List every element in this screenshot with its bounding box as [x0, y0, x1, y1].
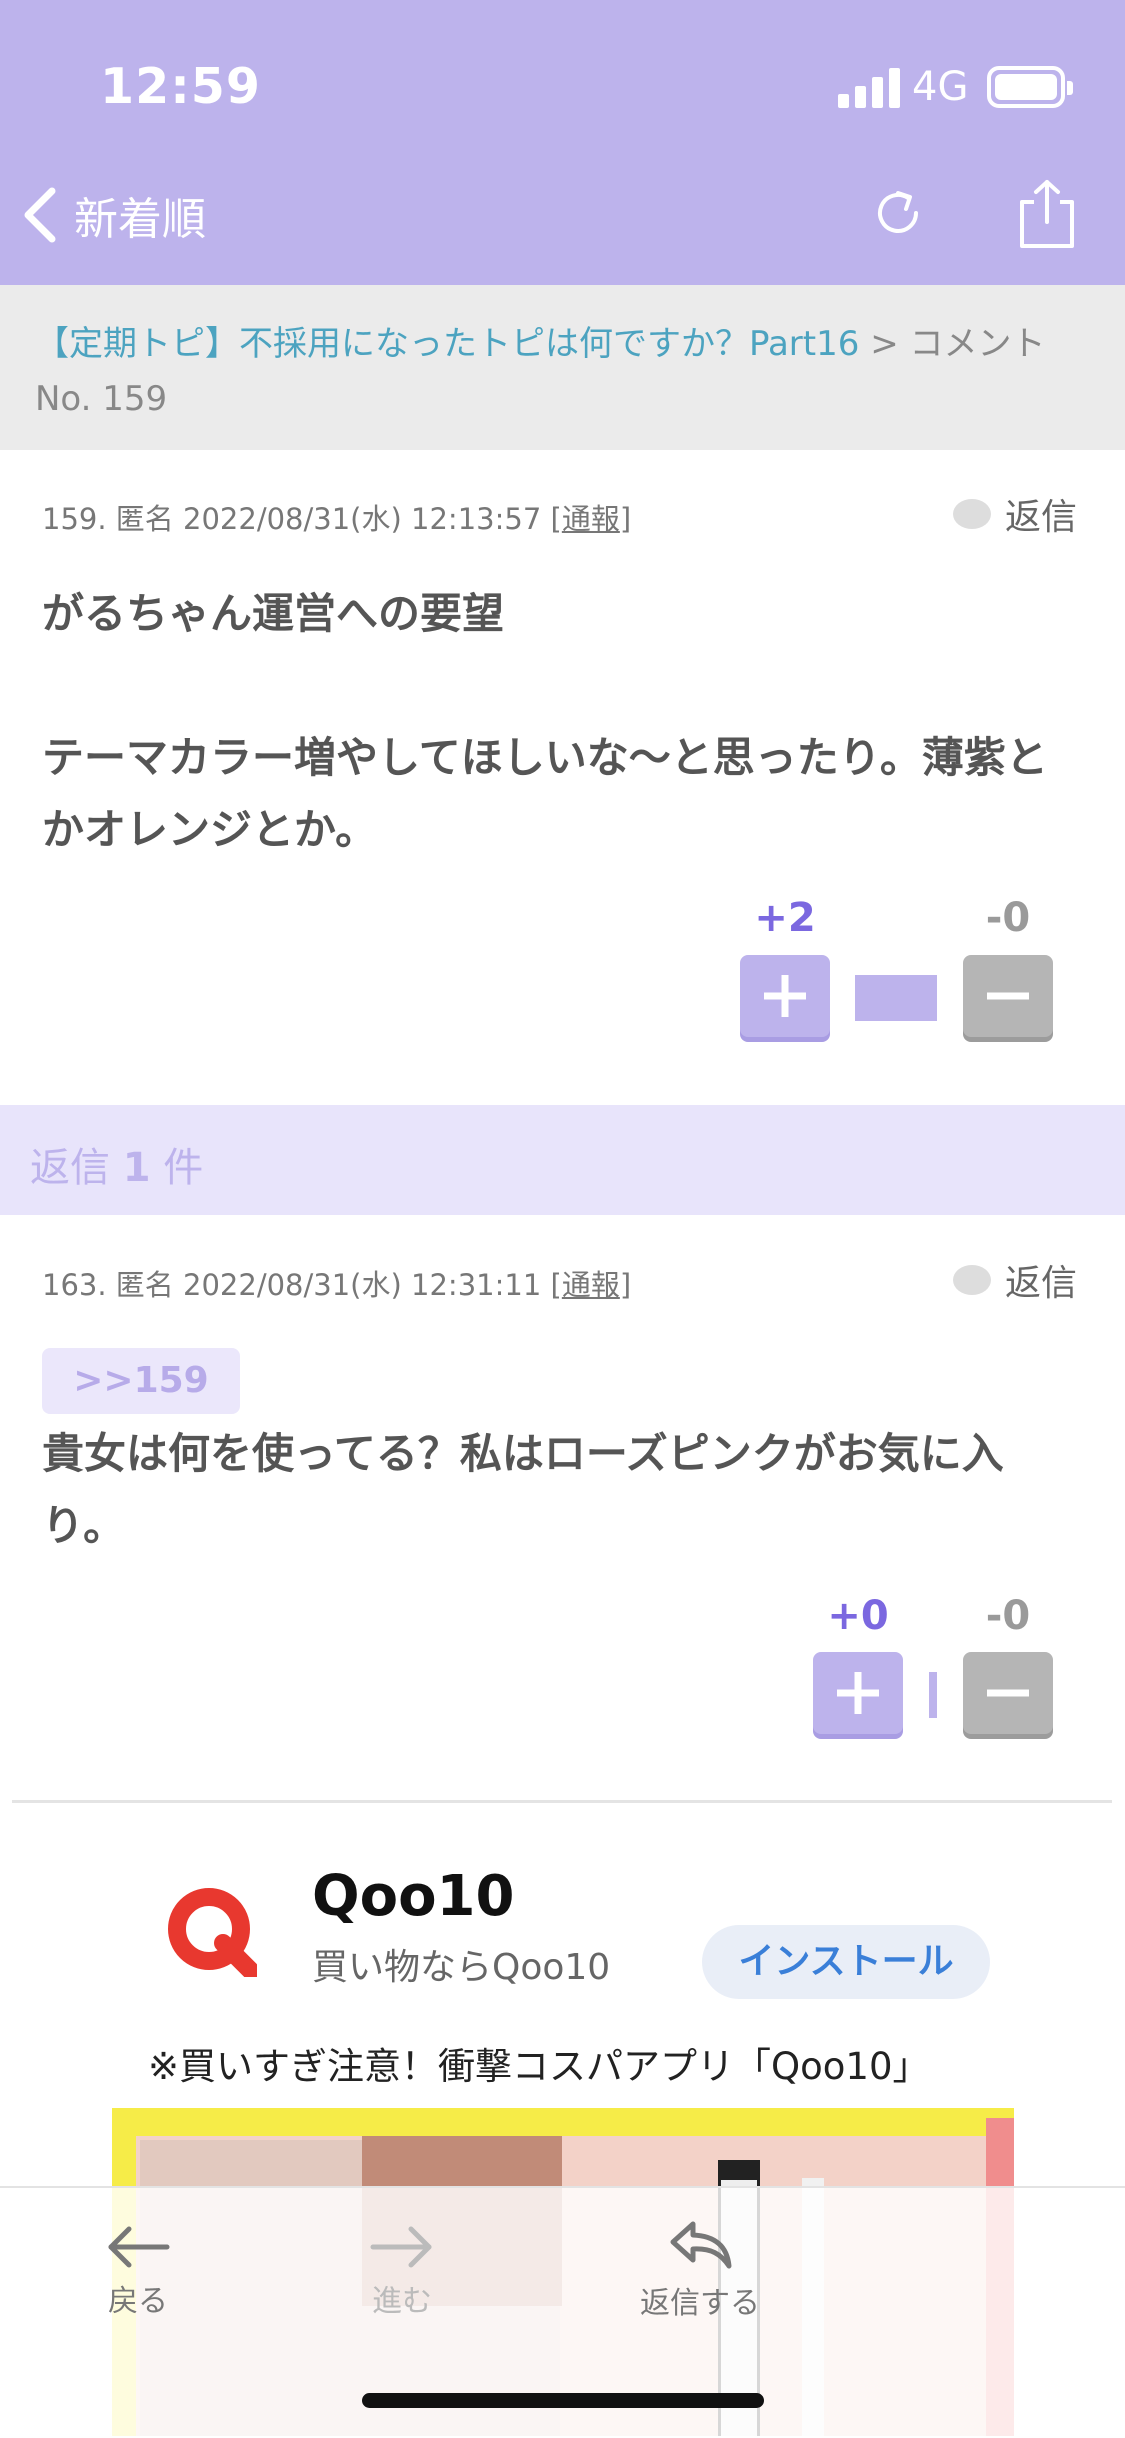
status-time: 12:59: [100, 58, 261, 115]
ad-description: ※買いすぎ注意！衝撃コスパアプリ「Qoo10」: [148, 2045, 930, 2088]
battery-icon: [987, 66, 1073, 108]
speech-bubble-icon: [953, 499, 991, 529]
network-label: 4G: [912, 64, 969, 110]
plus-icon: [764, 975, 806, 1017]
breadcrumb-topic-link[interactable]: 【定期トピ】不採用になったトピは何ですか？Part16: [35, 324, 859, 364]
vote-ratio-bar: [855, 975, 937, 1021]
plus-count: +0: [827, 1593, 889, 1639]
toolbar-back-label: 戻る: [108, 2284, 168, 2319]
replies-suffix: 件: [163, 1145, 204, 1191]
comment-number: 159.: [42, 502, 107, 536]
comment-body: がるちゃん運営への要望 テーマカラー増やしてほしいな〜と思ったり。薄紫とかオレン…: [42, 578, 1082, 866]
breadcrumb-separator: >: [870, 324, 899, 364]
toolbar-reply-label: 返信する: [640, 2286, 760, 2321]
replies-bar: 返信 1 件: [0, 1105, 1125, 1215]
minus-count: -0: [985, 1593, 1031, 1639]
anchor-link[interactable]: >>159: [42, 1348, 240, 1414]
toolbar-back-button[interactable]: 戻る: [88, 2224, 188, 2320]
comment-line: がるちゃん運営への要望: [42, 589, 505, 638]
reply-button[interactable]: 返信: [953, 488, 1077, 540]
share-icon[interactable]: [1018, 178, 1076, 250]
replies-count: 1: [122, 1145, 151, 1191]
speech-bubble-icon: [953, 1265, 991, 1295]
toolbar-forward-label: 進む: [372, 2284, 432, 2319]
reply-arrow-icon: [670, 2221, 732, 2269]
comment-author: 匿名: [115, 1268, 174, 1302]
minus-button[interactable]: [963, 1652, 1053, 1734]
arrow-left-icon: [108, 2226, 170, 2268]
report-link[interactable]: 通報: [562, 502, 620, 536]
chevron-left-icon: [24, 187, 56, 243]
comment-number: 163.: [42, 1268, 107, 1302]
arrow-right-icon: [370, 2226, 432, 2268]
minus-icon: [987, 992, 1029, 1000]
minus-button[interactable]: [963, 955, 1053, 1037]
install-button[interactable]: インストール: [702, 1925, 990, 1999]
plus-button[interactable]: [740, 955, 830, 1037]
back-button[interactable]: 新着順: [20, 180, 206, 250]
reload-icon[interactable]: [868, 183, 928, 243]
reply-label: 返信: [1005, 497, 1078, 538]
comment-author: 匿名: [115, 502, 174, 536]
reply-button[interactable]: 返信: [953, 1254, 1077, 1306]
reply-label: 返信: [1005, 1263, 1078, 1304]
comment-meta: 163. 匿名 2022/08/31(水) 12:31:11 [通報]: [42, 1268, 632, 1302]
toolbar-reply-button[interactable]: 返信する: [620, 2216, 780, 2322]
breadcrumb: 【定期トピ】不採用になったトピは何ですか？Part16 > コメント No. 1…: [0, 285, 1125, 450]
report-link[interactable]: 通報: [562, 1268, 620, 1302]
minus-count: -0: [985, 895, 1031, 941]
home-indicator: [362, 2393, 764, 2408]
replies-prefix: 返信: [30, 1145, 110, 1191]
minus-icon: [987, 1689, 1029, 1697]
plus-icon: [837, 1672, 879, 1714]
comment-datetime: 2022/08/31(水) 12:31:11: [183, 1268, 542, 1302]
ad-title[interactable]: Qoo10: [312, 1864, 514, 1929]
vote-ratio-bar: [929, 1672, 937, 1718]
comment-body: 貴女は何を使ってる？私はローズピンクがお気に入り。: [42, 1429, 1004, 1550]
plus-button[interactable]: [813, 1652, 903, 1734]
toolbar-forward-button[interactable]: 進む: [352, 2224, 452, 2320]
comment-meta: 159. 匿名 2022/08/31(水) 12:13:57 [通報]: [42, 502, 632, 536]
ad-subtitle: 買い物ならQoo10: [312, 1947, 611, 1988]
qoo10-logo-icon: [168, 1888, 257, 1977]
back-label: 新着順: [74, 194, 206, 245]
comment-datetime: 2022/08/31(水) 12:13:57: [183, 502, 542, 536]
signal-icon: [838, 68, 900, 108]
comment-line: テーマカラー増やしてほしいな〜と思ったり。薄紫とかオレンジとか。: [42, 733, 1048, 854]
divider: [12, 1800, 1112, 1803]
plus-count: +2: [754, 895, 816, 941]
